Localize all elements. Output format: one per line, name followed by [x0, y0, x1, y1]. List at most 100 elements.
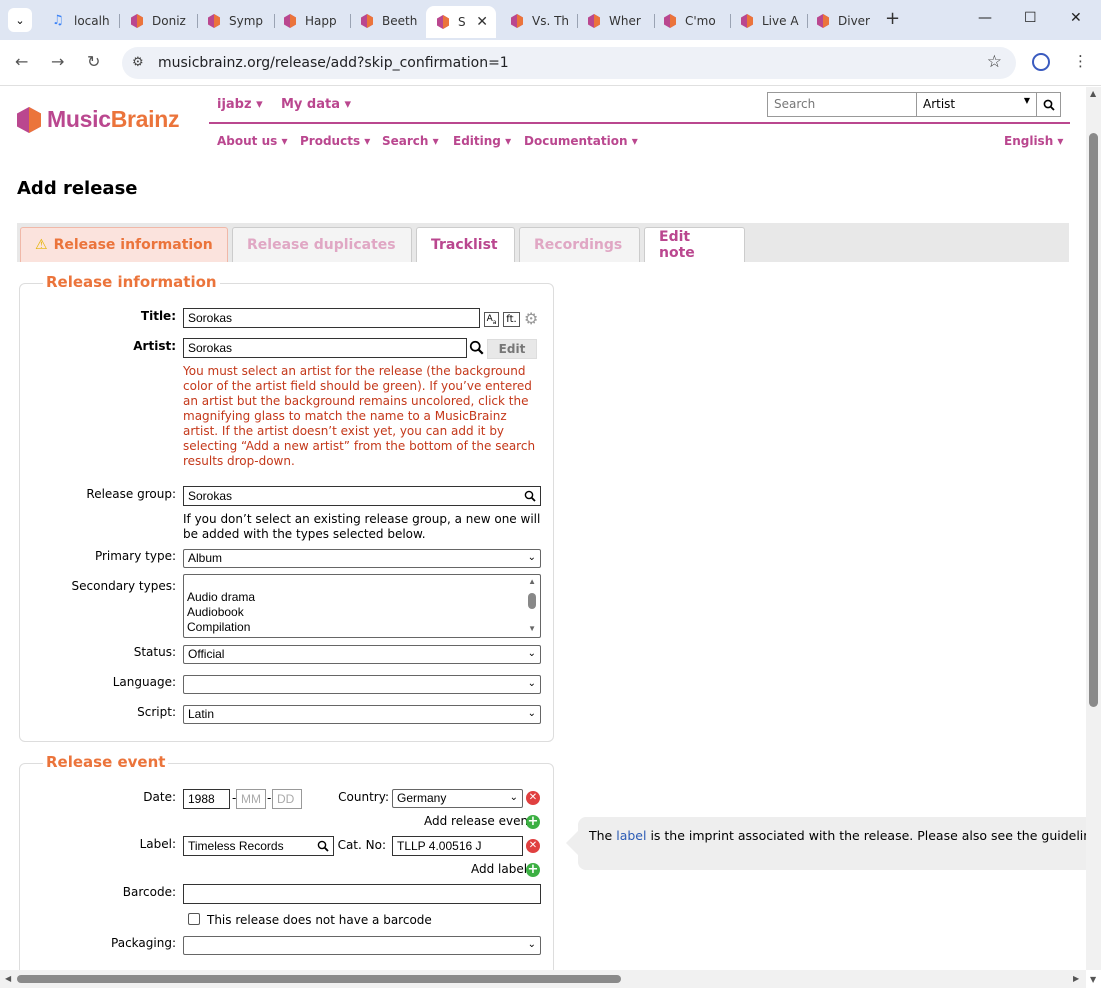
- profile-icon[interactable]: [1032, 53, 1050, 71]
- chevron-down-icon: ⌄: [527, 552, 536, 563]
- browser-tab[interactable]: Vs. Th: [500, 8, 578, 34]
- forward-icon[interactable]: →: [51, 52, 64, 71]
- release-group-label: Release group:: [86, 487, 176, 501]
- address-bar[interactable]: ⚙ musicbrainz.org/release/add?skip_confi…: [122, 47, 1016, 79]
- add-label-link[interactable]: Add label: [471, 862, 527, 876]
- browser-tab[interactable]: Doniz: [120, 8, 198, 34]
- musicbrainz-logo[interactable]: MusicBrainz: [17, 106, 179, 133]
- guess-case-icon[interactable]: Aa: [484, 312, 499, 327]
- artist-search-icon[interactable]: [469, 340, 484, 355]
- browser-tab[interactable]: Diver: [806, 8, 884, 34]
- browser-tab[interactable]: C'mo: [653, 8, 731, 34]
- tab-release-information[interactable]: ⚠ Release information: [20, 227, 228, 262]
- menu-documentation[interactable]: Documentation ▾: [524, 134, 638, 148]
- close-tab-icon[interactable]: ✕: [476, 14, 488, 30]
- listbox-scroll-down-icon[interactable]: ▼: [528, 624, 536, 633]
- catno-label: Cat. No:: [337, 838, 386, 852]
- barcode-field[interactable]: [183, 884, 541, 904]
- user-menu[interactable]: ijabz ▾: [217, 97, 263, 112]
- date-label: Date:: [143, 790, 176, 804]
- language-menu[interactable]: English ▾: [1004, 134, 1063, 148]
- listbox-scrollbar[interactable]: [528, 593, 536, 609]
- maximize-icon[interactable]: ☐: [1024, 10, 1037, 26]
- browser-tab[interactable]: Symp: [197, 8, 275, 34]
- title-field[interactable]: Sorokas: [183, 308, 480, 328]
- scroll-left-icon[interactable]: ◀: [5, 974, 11, 983]
- scroll-right-icon[interactable]: ▶: [1073, 974, 1079, 983]
- add-label-icon[interactable]: +: [526, 863, 540, 877]
- no-barcode-checkbox[interactable]: [188, 913, 200, 925]
- close-window-icon[interactable]: ✕: [1070, 10, 1082, 26]
- bookmark-star-icon[interactable]: ☆: [987, 52, 1002, 72]
- menu-about-us[interactable]: About us ▾: [217, 134, 287, 148]
- url-text[interactable]: musicbrainz.org/release/add?skip_confirm…: [158, 55, 509, 71]
- browser-tab[interactable]: ♫ localh: [42, 8, 120, 34]
- chevron-down-icon: ⌄: [527, 678, 536, 689]
- tab-edit-note[interactable]: Edit note: [644, 227, 745, 262]
- search-button[interactable]: [1036, 93, 1060, 116]
- search-type-select[interactable]: Artist ▼: [916, 93, 1036, 116]
- no-barcode-label[interactable]: This release does not have a barcode: [207, 913, 432, 927]
- search-icon: [1043, 99, 1055, 111]
- minimize-icon[interactable]: —: [978, 10, 992, 26]
- catno-field[interactable]: TLLP 4.00516 J: [392, 836, 523, 856]
- horizontal-scrollbar[interactable]: ◀ ▶: [0, 970, 1086, 988]
- label-help-link[interactable]: label: [616, 828, 646, 843]
- back-icon[interactable]: ←: [15, 52, 28, 71]
- scroll-up-icon[interactable]: ▲: [1090, 89, 1096, 98]
- date-year-field[interactable]: 1988: [183, 789, 230, 809]
- listbox-scroll-up-icon[interactable]: ▲: [528, 577, 536, 586]
- new-tab-icon[interactable]: +: [885, 8, 900, 29]
- browser-tab[interactable]: Beeth: [350, 8, 428, 34]
- vertical-scrollbar[interactable]: ▲: [1086, 87, 1101, 970]
- scroll-down-icon[interactable]: ▼: [1090, 975, 1096, 984]
- remove-release-event-icon[interactable]: ✕: [526, 791, 540, 805]
- secondary-type-option[interactable]: Compilation: [187, 620, 250, 634]
- menu-editing[interactable]: Editing ▾: [453, 134, 511, 148]
- musicbrainz-favicon-icon: [208, 14, 220, 28]
- dropdown-arrow-icon: ▼: [1023, 96, 1030, 105]
- vertical-scroll-thumb[interactable]: [1089, 133, 1098, 707]
- browser-tab[interactable]: Wher: [577, 8, 655, 34]
- reload-icon[interactable]: ↻: [87, 52, 100, 71]
- script-select[interactable]: Latin ⌄: [183, 705, 541, 724]
- country-select[interactable]: Germany ⌄: [392, 789, 523, 808]
- menu-search[interactable]: Search ▾: [382, 134, 439, 148]
- language-select[interactable]: ⌄: [183, 675, 541, 694]
- tab-tracklist[interactable]: Tracklist: [416, 227, 515, 262]
- secondary-type-option[interactable]: Audio drama: [187, 590, 255, 604]
- script-label: Script:: [137, 705, 176, 719]
- browser-tab-active[interactable]: S ✕: [426, 6, 496, 38]
- language-label: Language:: [112, 675, 176, 689]
- tab-search-button[interactable]: ⌄: [8, 8, 32, 32]
- featuring-icon[interactable]: ft.: [503, 312, 520, 327]
- primary-type-select[interactable]: Album ⌄: [183, 549, 541, 568]
- add-release-event-icon[interactable]: +: [526, 815, 540, 829]
- musicbrainz-favicon-icon: [131, 14, 143, 28]
- secondary-type-option[interactable]: Audiobook: [187, 605, 244, 619]
- artist-field[interactable]: Sorokas: [183, 338, 467, 358]
- horizontal-scroll-thumb[interactable]: [17, 975, 621, 983]
- secondary-types-listbox[interactable]: Audio drama Audiobook Compilation ▲ ▼: [183, 574, 541, 638]
- browser-tab[interactable]: Live A: [730, 8, 808, 34]
- music-note-icon: ♫: [52, 13, 64, 28]
- menu-products[interactable]: Products ▾: [300, 134, 370, 148]
- packaging-label: Packaging:: [111, 936, 176, 950]
- site-info-icon[interactable]: ⚙: [132, 55, 144, 70]
- search-input[interactable]: Search: [774, 97, 815, 111]
- browser-tab[interactable]: Happ: [273, 8, 351, 34]
- artist-credit-edit-button[interactable]: Edit: [487, 339, 537, 359]
- add-release-event-link[interactable]: Add release event: [424, 814, 533, 828]
- options-gear-icon[interactable]: ⚙: [524, 309, 538, 328]
- chevron-down-icon: ⌄: [527, 648, 536, 659]
- musicbrainz-favicon-icon: [511, 14, 523, 28]
- browser-menu-icon[interactable]: ⋮: [1073, 52, 1088, 70]
- packaging-select[interactable]: ⌄: [183, 936, 541, 955]
- my-data-menu[interactable]: My data ▾: [281, 97, 351, 112]
- status-select[interactable]: Official ⌄: [183, 645, 541, 664]
- remove-label-icon[interactable]: ✕: [526, 839, 540, 853]
- release-group-field[interactable]: Sorokas: [183, 486, 541, 506]
- release-group-search-icon[interactable]: [524, 490, 536, 502]
- chevron-down-icon: ⌄: [527, 939, 536, 950]
- artist-label: Artist:: [133, 339, 176, 353]
